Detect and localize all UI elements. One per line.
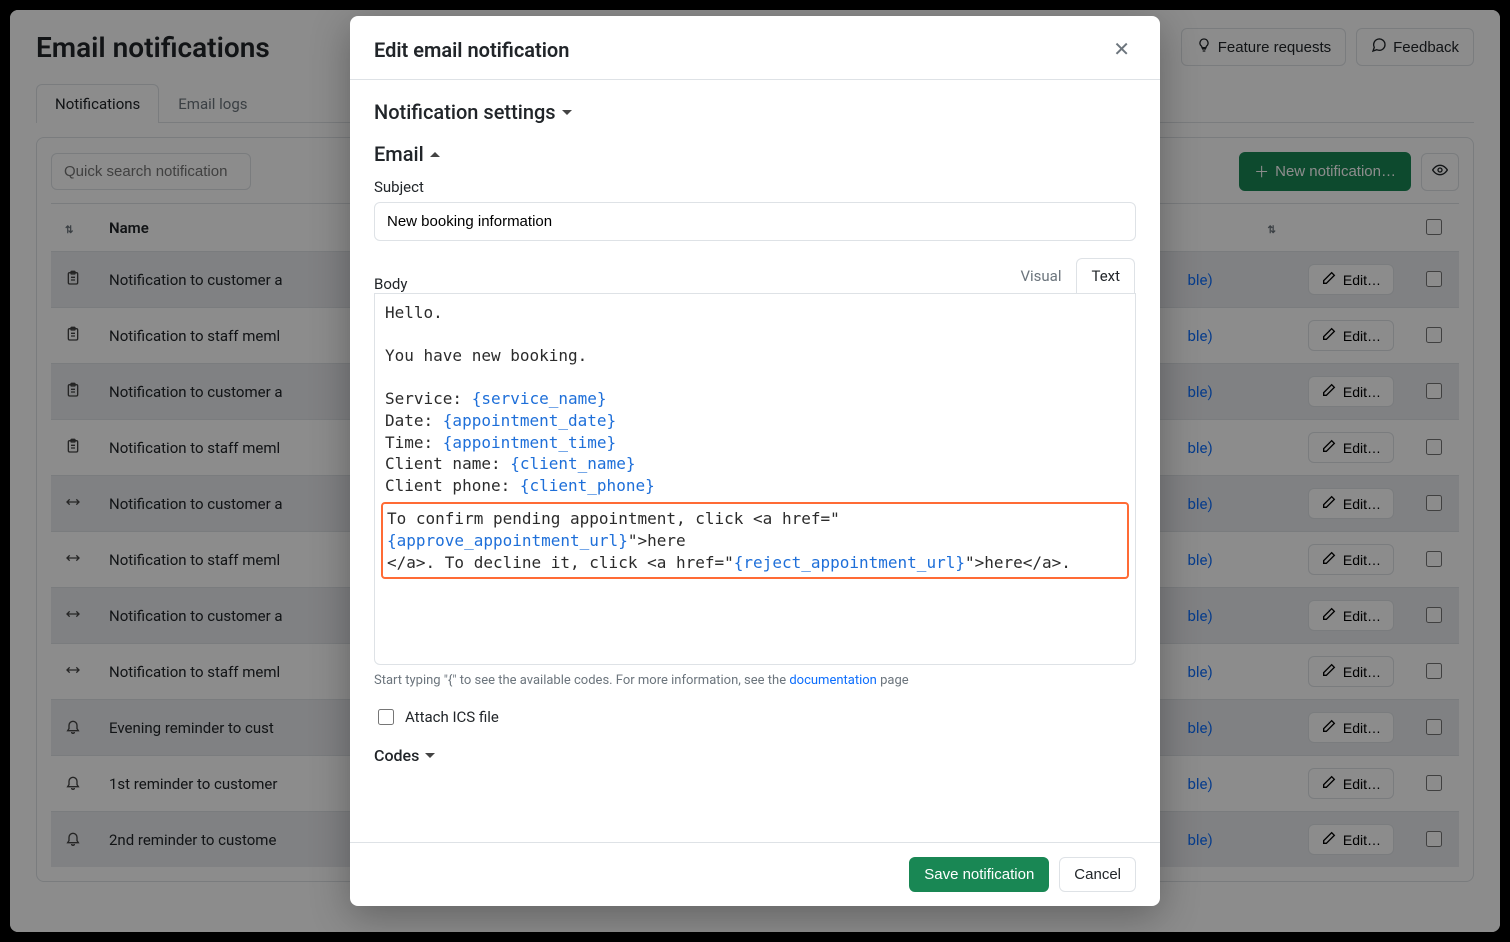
save-button[interactable]: Save notification — [909, 857, 1049, 892]
attach-ics-checkbox[interactable] — [378, 709, 394, 725]
highlighted-code: To confirm pending appointment, click <a… — [381, 502, 1129, 579]
tab-text[interactable]: Text — [1076, 258, 1135, 293]
app-frame: Email notifications Feature requests Fee… — [10, 10, 1500, 932]
chevron-up-icon — [430, 152, 440, 157]
body-editor-tabs: Visual Text — [1004, 257, 1136, 293]
email-section-toggle[interactable]: Email — [374, 142, 1136, 166]
modal-title: Edit email notification — [374, 38, 569, 62]
body-label: Body — [374, 275, 407, 293]
subject-label: Subject — [374, 178, 1136, 196]
codes-section-label: Codes — [374, 746, 419, 765]
modal-footer: Save notification Cancel — [350, 842, 1160, 906]
chevron-down-icon — [562, 110, 572, 115]
codes-section-toggle[interactable]: Codes — [374, 746, 435, 765]
attach-ics-label: Attach ICS file — [405, 708, 499, 726]
settings-section-toggle[interactable]: Notification settings — [374, 100, 572, 124]
modal-header: Edit email notification ✕ — [350, 16, 1160, 80]
documentation-link[interactable]: documentation — [789, 673, 877, 688]
cancel-button[interactable]: Cancel — [1059, 857, 1136, 892]
tab-visual[interactable]: Visual — [1005, 258, 1076, 293]
codes-hint: Start typing "{" to see the available co… — [374, 673, 1136, 688]
body-tabs-row: Body Visual Text — [374, 257, 1136, 293]
subject-input[interactable] — [374, 202, 1136, 241]
email-section-label: Email — [374, 142, 424, 166]
chevron-down-icon — [425, 753, 435, 758]
edit-notification-modal: Edit email notification ✕ Notification s… — [350, 16, 1160, 906]
close-button[interactable]: ✕ — [1107, 36, 1136, 63]
body-editor[interactable]: Hello. You have new booking. Service: {s… — [374, 293, 1136, 665]
modal-body: Notification settings Email Subject Body… — [350, 80, 1160, 842]
settings-section-label: Notification settings — [374, 100, 556, 124]
attach-ics-row: Attach ICS file — [374, 706, 1136, 728]
